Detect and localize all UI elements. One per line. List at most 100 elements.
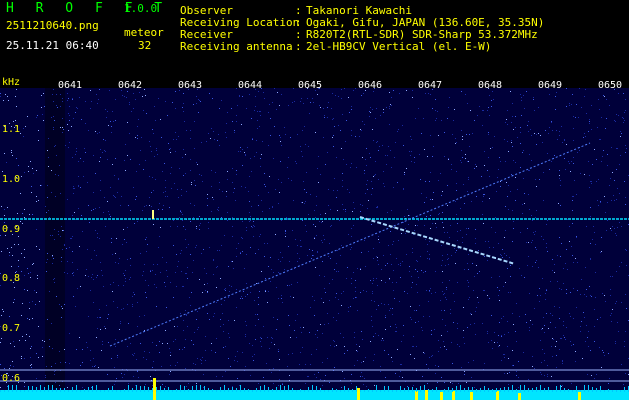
noise-dot (324, 288, 325, 289)
noise-dot (295, 239, 296, 240)
noise-dot (124, 239, 125, 240)
noise-dot (281, 94, 282, 95)
noise-dot (325, 375, 326, 376)
noise-dot (614, 180, 615, 181)
noise-dot (44, 341, 45, 342)
noise-dot (49, 291, 50, 292)
noise-dot (201, 175, 202, 176)
noise-dot (60, 94, 61, 95)
noise-dot (36, 246, 37, 247)
noise-dot (137, 126, 138, 127)
noise-dot (114, 384, 115, 385)
noise-dot (54, 374, 55, 375)
noise-dot (317, 337, 318, 338)
noise-dot (512, 350, 513, 351)
noise-dot (547, 251, 548, 252)
activity-spike (36, 387, 37, 392)
noise-dot (392, 244, 393, 245)
noise-dot (528, 242, 529, 243)
noise-dot (200, 101, 201, 102)
noise-dot (130, 210, 131, 211)
noise-dot (90, 290, 91, 291)
spectrogram-svg (0, 88, 629, 400)
noise-dot (73, 193, 74, 194)
noise-dot (258, 195, 259, 196)
noise-dot (246, 325, 247, 326)
noise-dot (419, 305, 420, 306)
noise-dot (288, 105, 289, 106)
activity-spike (400, 386, 401, 392)
noise-dot (471, 314, 472, 315)
noise-dot (367, 189, 368, 190)
noise-dot (166, 307, 167, 308)
noise-dot (497, 287, 498, 288)
noise-dot (209, 247, 210, 248)
activity-spike (388, 386, 389, 392)
noise-dot (302, 130, 303, 131)
noise-dot (201, 360, 202, 361)
noise-dot (73, 275, 74, 276)
noise-dot (176, 139, 177, 140)
noise-dot (21, 271, 22, 272)
noise-dot (174, 326, 175, 327)
noise-dot (63, 129, 64, 130)
noise-dot (74, 212, 75, 213)
noise-dot (399, 93, 400, 94)
noise-dot (235, 356, 236, 357)
noise-dot (47, 185, 48, 186)
noise-dot (403, 335, 404, 336)
noise-dot (114, 196, 115, 197)
noise-dot (378, 236, 379, 237)
noise-dot (119, 329, 120, 330)
noise-dot (602, 156, 603, 157)
noise-dot (513, 324, 514, 325)
noise-dot (589, 121, 590, 122)
noise-dot (559, 307, 560, 308)
noise-dot (219, 145, 220, 146)
noise-dot (519, 316, 520, 317)
noise-dot (580, 294, 581, 295)
noise-dot (372, 109, 373, 110)
noise-dot (10, 365, 11, 366)
noise-dot (590, 207, 591, 208)
noise-dot (324, 239, 325, 240)
activity-spike (536, 387, 537, 392)
noise-dot (458, 383, 459, 384)
noise-dot (177, 266, 178, 267)
noise-dot (316, 349, 317, 350)
noise-dot (463, 184, 464, 185)
noise-dot (260, 337, 261, 338)
noise-dot (153, 224, 154, 225)
noise-dot (75, 306, 76, 307)
noise-dot (200, 223, 201, 224)
noise-dot (56, 94, 57, 95)
noise-dot (598, 205, 599, 206)
noise-dot (253, 360, 254, 361)
noise-dot (415, 322, 416, 323)
noise-dot (430, 172, 431, 173)
noise-dot (451, 164, 452, 165)
noise-dot (361, 362, 362, 363)
activity-spike (136, 385, 137, 392)
noise-dot (415, 225, 416, 226)
noise-dot (24, 209, 25, 210)
activity-spike (148, 387, 149, 392)
noise-dot (464, 343, 465, 344)
noise-dot (112, 164, 113, 165)
noise-dot (336, 320, 337, 321)
noise-dot (280, 261, 281, 262)
noise-dot (565, 263, 566, 264)
noise-dot (330, 345, 331, 346)
noise-dot (482, 110, 483, 111)
noise-dot (428, 301, 429, 302)
noise-dot (536, 210, 537, 211)
noise-dot (185, 339, 186, 340)
noise-dot (512, 365, 513, 366)
noise-dot (42, 347, 43, 348)
noise-dot (303, 181, 304, 182)
noise-dot (125, 270, 126, 271)
noise-dot (247, 294, 248, 295)
noise-dot (133, 355, 134, 356)
noise-dot (36, 353, 37, 354)
activity-spike (300, 389, 301, 392)
